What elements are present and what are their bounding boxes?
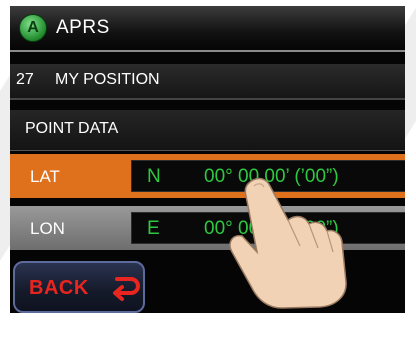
photo-stage: A APRS 27 MY POSITION POINT DATA LAT N 0… xyxy=(0,0,416,360)
title-bar: A APRS xyxy=(10,6,405,52)
aprs-logo-icon: A xyxy=(19,14,47,42)
section-header-point-data: POINT DATA xyxy=(10,110,405,151)
menu-label: MY POSITION xyxy=(55,71,160,88)
lon-value-field[interactable]: E 00° 00.00’ (’00”) xyxy=(131,212,405,244)
menu-item-my-position[interactable]: 27 MY POSITION xyxy=(10,64,405,100)
lon-label: LON xyxy=(30,219,65,238)
menu-number: 27 xyxy=(16,71,34,88)
return-arrow-icon xyxy=(113,277,140,301)
lat-label: LAT xyxy=(30,167,60,186)
lat-value: 00° 00.00’ (’00”) xyxy=(204,166,339,187)
lat-hemisphere: N xyxy=(147,166,161,187)
page-title: APRS xyxy=(56,17,110,38)
back-button[interactable]: BACK xyxy=(13,261,145,313)
logo-letter: A xyxy=(27,19,39,36)
device-screen: A APRS 27 MY POSITION POINT DATA LAT N 0… xyxy=(10,6,405,313)
back-label: BACK xyxy=(29,277,89,299)
lat-row[interactable]: LAT N 00° 00.00’ (’00”) xyxy=(10,154,405,198)
lon-row[interactable]: LON E 00° 00.00’ (’00”) xyxy=(10,206,405,250)
lon-hemisphere: E xyxy=(147,218,160,239)
lat-value-field[interactable]: N 00° 00.00’ (’00”) xyxy=(131,160,405,192)
lon-value: 00° 00.00’ (’00”) xyxy=(204,218,339,239)
section-label: POINT DATA xyxy=(25,120,119,137)
